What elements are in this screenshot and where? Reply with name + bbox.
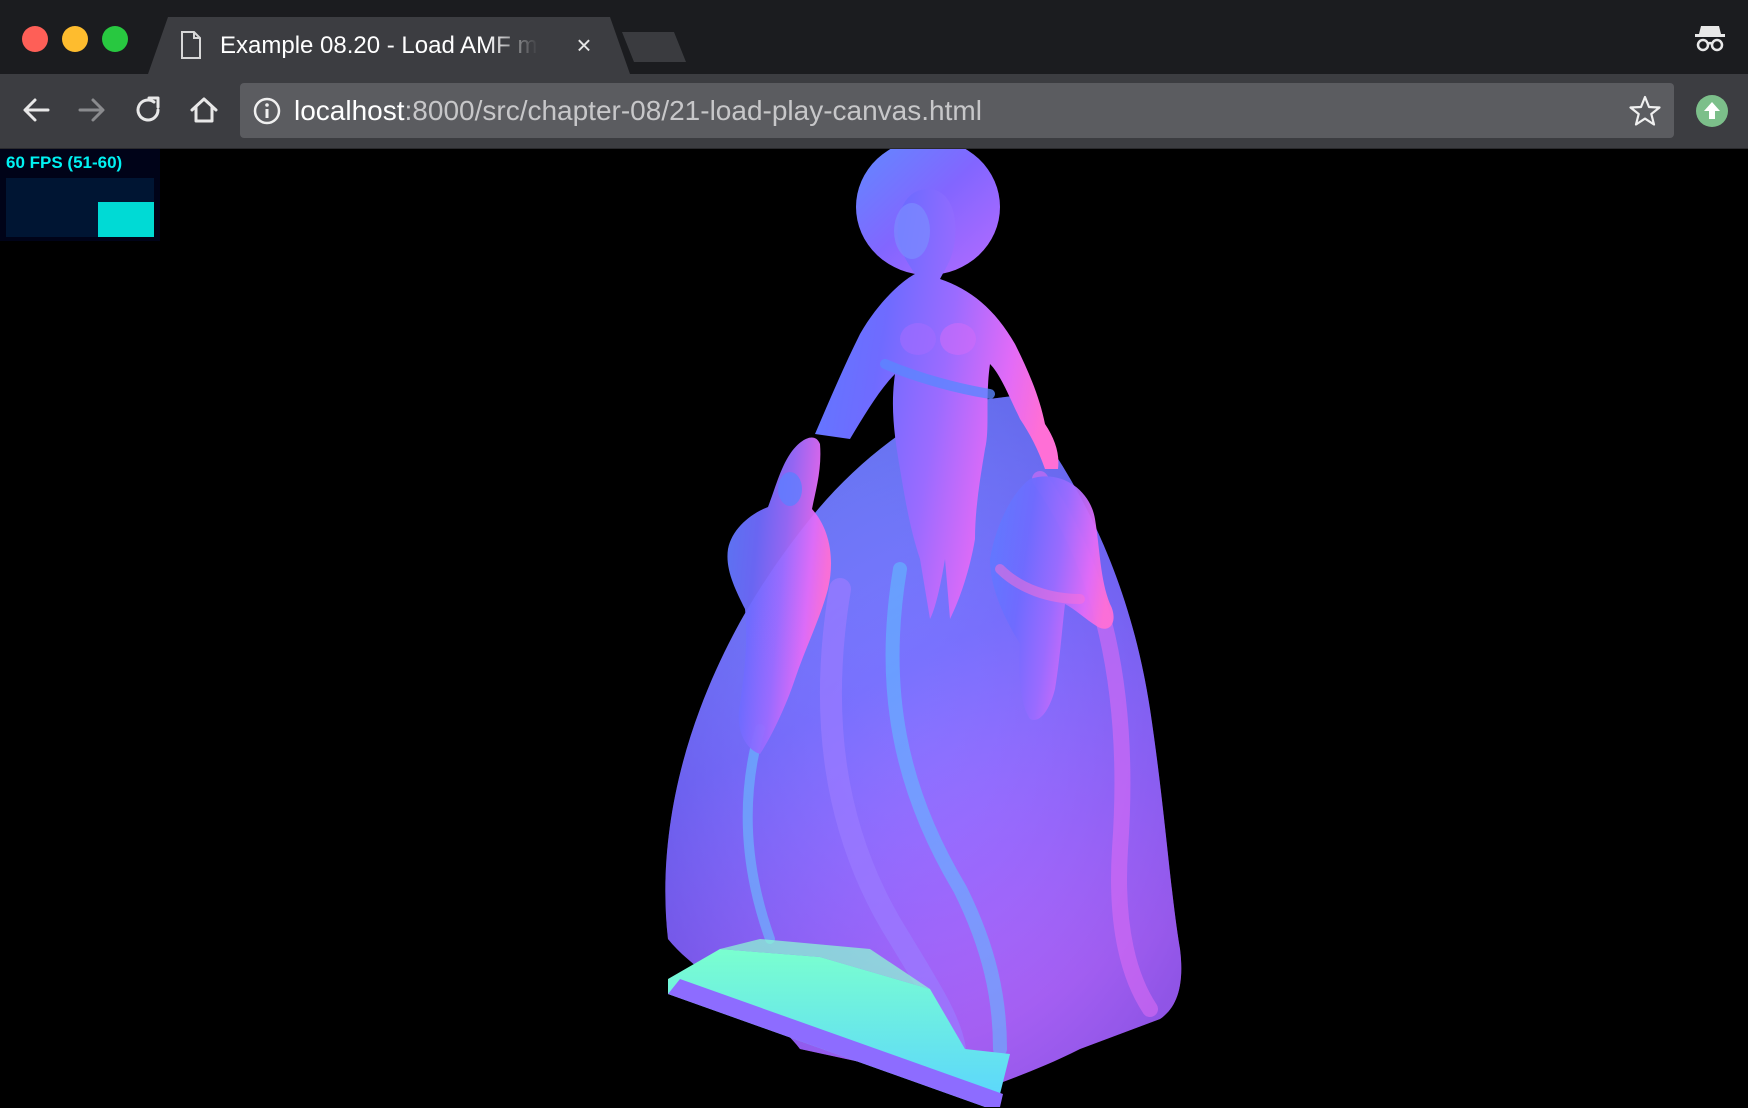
forward-button[interactable] — [72, 90, 112, 130]
fps-label: 60 FPS (51-60) — [6, 153, 123, 172]
tab-bar: Example 08.20 - Load AMF model × — [0, 0, 1748, 74]
forward-arrow-icon — [78, 98, 105, 122]
new-tab-button[interactable] — [622, 32, 686, 62]
url-text[interactable]: localhost:8000/src/chapter-08/21-load-pl… — [294, 93, 982, 129]
reload-icon — [136, 96, 160, 122]
url-path: :8000/src/chapter-08/21-load-play-canvas… — [404, 95, 982, 126]
address-bar[interactable]: localhost:8000/src/chapter-08/21-load-pl… — [240, 83, 1674, 138]
amf-model-render — [665, 149, 1182, 1107]
webgl-canvas[interactable]: 60 FPS (51-60) — [0, 149, 1748, 1108]
info-icon[interactable] — [252, 96, 282, 126]
home-icon — [190, 97, 218, 123]
browser-toolbar: localhost:8000/src/chapter-08/21-load-pl… — [0, 74, 1748, 149]
fps-stats-panel[interactable]: 60 FPS (51-60) — [0, 149, 160, 241]
close-window-button[interactable] — [22, 26, 48, 52]
back-arrow-icon — [23, 98, 50, 122]
url-host: localhost — [294, 95, 405, 126]
zoom-window-button[interactable] — [102, 26, 128, 52]
reload-button[interactable] — [128, 90, 168, 130]
tab-title: Example 08.20 - Load AMF model — [220, 32, 538, 59]
star-icon[interactable] — [1628, 94, 1662, 128]
update-icon[interactable] — [1694, 93, 1730, 129]
fps-history-bar — [150, 202, 154, 237]
minimize-window-button[interactable] — [62, 26, 88, 52]
active-tab[interactable]: Example 08.20 - Load AMF model × — [148, 17, 630, 74]
fps-graph — [6, 178, 154, 237]
document-icon — [181, 31, 201, 59]
home-button[interactable] — [184, 90, 224, 130]
browser-window: Example 08.20 - Load AMF model × — [0, 0, 1748, 1108]
incognito-icon — [1695, 26, 1725, 52]
tab-close-icon[interactable]: × — [572, 32, 596, 58]
back-button[interactable] — [16, 90, 56, 130]
